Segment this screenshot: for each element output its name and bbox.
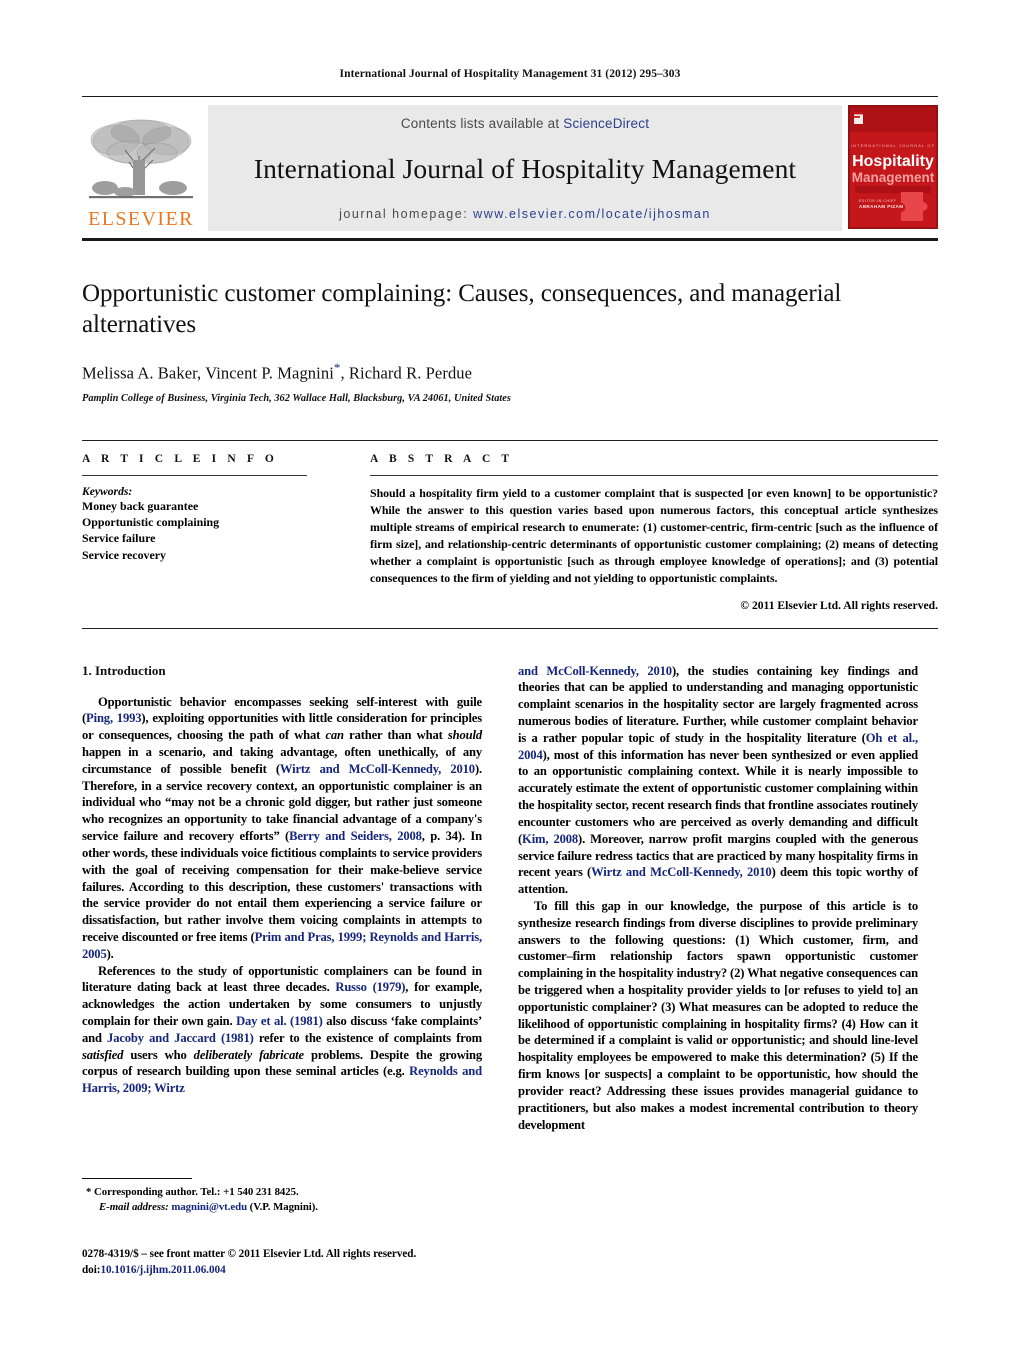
keyword-item: Opportunistic complaining: [82, 514, 220, 529]
authors-tail: , Richard R. Perdue: [340, 363, 473, 383]
email-label: E-mail address:: [99, 1201, 169, 1214]
citation-link[interactable]: Wirtz and McColl-Kennedy, 2010: [591, 865, 772, 879]
citation-link[interactable]: Russo (1979): [335, 980, 405, 994]
svg-text:EDITOR-IN-CHIEF: EDITOR-IN-CHIEF: [859, 199, 897, 203]
elsevier-logo: ELSEVIER: [82, 105, 200, 231]
svg-text:INTERNATIONAL JOURNAL OF: INTERNATIONAL JOURNAL OF: [851, 143, 935, 148]
body-right-column: and McColl-Kennedy, 2010), the studies c…: [518, 663, 918, 1134]
abstract-heading: A B S T R A C T: [370, 452, 514, 465]
paragraph: To fill this gap in our knowledge, the p…: [518, 898, 918, 1133]
footnote-block: * Corresponding author. Tel.: +1 540 231…: [82, 1178, 482, 1216]
article-page: International Journal of Hospitality Man…: [0, 0, 1020, 1351]
article-info-rule: [82, 474, 307, 476]
footnote-rule: [82, 1178, 192, 1179]
author-affiliation: Pamplin College of Business, Virginia Te…: [82, 392, 511, 404]
svg-text:ABRAHAM PIZAM: ABRAHAM PIZAM: [859, 204, 904, 209]
contents-prefix: Contents lists available at: [400, 116, 564, 131]
email-suffix: (V.P. Magnini).: [247, 1201, 318, 1214]
article-info-column: A R T I C L E I N F O Keywords: Money ba…: [82, 453, 364, 612]
paragraph-text: References to the study of opportunistic…: [82, 963, 483, 1096]
abstract-copyright: © 2011 Elsevier Ltd. All rights reserved…: [740, 598, 938, 612]
imprint-block: 0278-4319/$ – see front matter © 2011 El…: [82, 1246, 512, 1278]
author-list: Melissa A. Baker, Vincent P. Magnini*, R…: [82, 360, 938, 384]
abstract-rule: [370, 474, 938, 476]
doi-label: doi:: [82, 1264, 101, 1277]
paragraph-text: and McColl-Kennedy, 2010), the studies c…: [518, 663, 918, 897]
keywords-label: Keywords:: [82, 484, 133, 498]
journal-masthead: ELSEVIER Contents lists available at Sci…: [82, 96, 938, 231]
email-note: E-mail address: magnini@vt.edu (V.P. Mag…: [82, 1200, 482, 1215]
article-info-heading: A R T I C L E I N F O: [82, 452, 278, 465]
citation-link[interactable]: Wirtz and McColl-Kennedy, 2010: [280, 762, 475, 776]
doi-line: doi:10.1016/j.ijhm.2011.06.004: [82, 1262, 512, 1278]
abstract-text: Should a hospitality firm yield to a cus…: [370, 485, 938, 585]
citation-link[interactable]: Kim, 2008: [522, 832, 578, 846]
authors-head: Melissa A. Baker, Vincent P. Magnini: [82, 363, 334, 383]
body-left-column: 1. Introduction Opportunistic behavior e…: [82, 663, 482, 1134]
email-link[interactable]: magnini@vt.edu: [171, 1201, 247, 1213]
info-abstract-band: A R T I C L E I N F O Keywords: Money ba…: [82, 439, 938, 629]
citation-link[interactable]: and McColl-Kennedy, 2010: [518, 664, 672, 678]
citation-link[interactable]: Day et al. (1981): [236, 1014, 323, 1028]
citation-link[interactable]: Berry and Seiders, 2008: [289, 829, 422, 843]
paragraph-text: Opportunistic behavior encompasses seeki…: [82, 694, 483, 961]
running-head: International Journal of Hospitality Man…: [339, 68, 681, 80]
sciencedirect-link[interactable]: ScienceDirect: [563, 116, 649, 131]
corresponding-author-note: * Corresponding author. Tel.: +1 540 231…: [86, 1186, 299, 1198]
masthead-center-panel: Contents lists available at ScienceDirec…: [208, 105, 842, 231]
journal-cover-art: INTERNATIONAL JOURNAL OF Hospitality Man…: [849, 106, 937, 228]
page-title: Opportunistic customer complaining: Caus…: [82, 280, 842, 338]
body-two-columns: 1. Introduction Opportunistic behavior e…: [82, 663, 938, 1134]
title-block: Opportunistic customer complaining: Caus…: [82, 279, 938, 404]
paragraph: References to the study of opportunistic…: [82, 963, 482, 1098]
svg-text:Hospitality: Hospitality: [852, 153, 934, 170]
contents-list-line: Contents lists available at ScienceDirec…: [401, 116, 649, 131]
homepage-prefix: journal homepage:: [339, 207, 474, 221]
journal-homepage-line: journal homepage: www.elsevier.com/locat…: [339, 207, 711, 221]
section-heading-introduction: 1. Introduction: [82, 662, 166, 678]
elsevier-wordmark: ELSEVIER: [88, 208, 194, 230]
journal-cover-thumbnail[interactable]: INTERNATIONAL JOURNAL OF Hospitality Man…: [848, 105, 938, 229]
paragraph: Opportunistic behavior encompasses seeki…: [82, 694, 482, 963]
keyword-item: Service recovery: [82, 547, 166, 562]
abstract-column: A B S T R A C T Should a hospitality fir…: [364, 453, 938, 612]
paragraph-text: To fill this gap in our knowledge, the p…: [518, 898, 918, 1132]
citation-link[interactable]: Jacoby and Jaccard (1981): [107, 1031, 254, 1045]
issn-copyright-line: 0278-4319/$ – see front matter © 2011 El…: [82, 1248, 417, 1260]
masthead-bottom-rule: [82, 238, 938, 241]
keyword-item: Service failure: [82, 531, 156, 546]
journal-homepage-link[interactable]: www.elsevier.com/locate/ijhosman: [473, 207, 711, 221]
doi-link[interactable]: 10.1016/j.ijhm.2011.06.004: [100, 1264, 225, 1276]
citation-link[interactable]: Reynolds and Harris, 2009; Wirtz: [82, 1064, 482, 1095]
citation-link[interactable]: Oh et al., 2004: [518, 731, 918, 762]
citation-link[interactable]: Prim and Pras, 1999; Reynolds and Harris…: [82, 930, 482, 961]
citation-link[interactable]: Ping, 1993: [86, 711, 142, 725]
journal-title: International Journal of Hospitality Man…: [253, 153, 797, 184]
svg-text:Management: Management: [852, 170, 935, 185]
keyword-item: Money back guarantee: [82, 498, 199, 513]
paragraph: and McColl-Kennedy, 2010), the studies c…: [518, 663, 918, 898]
elsevier-tree-icon: [89, 119, 193, 199]
